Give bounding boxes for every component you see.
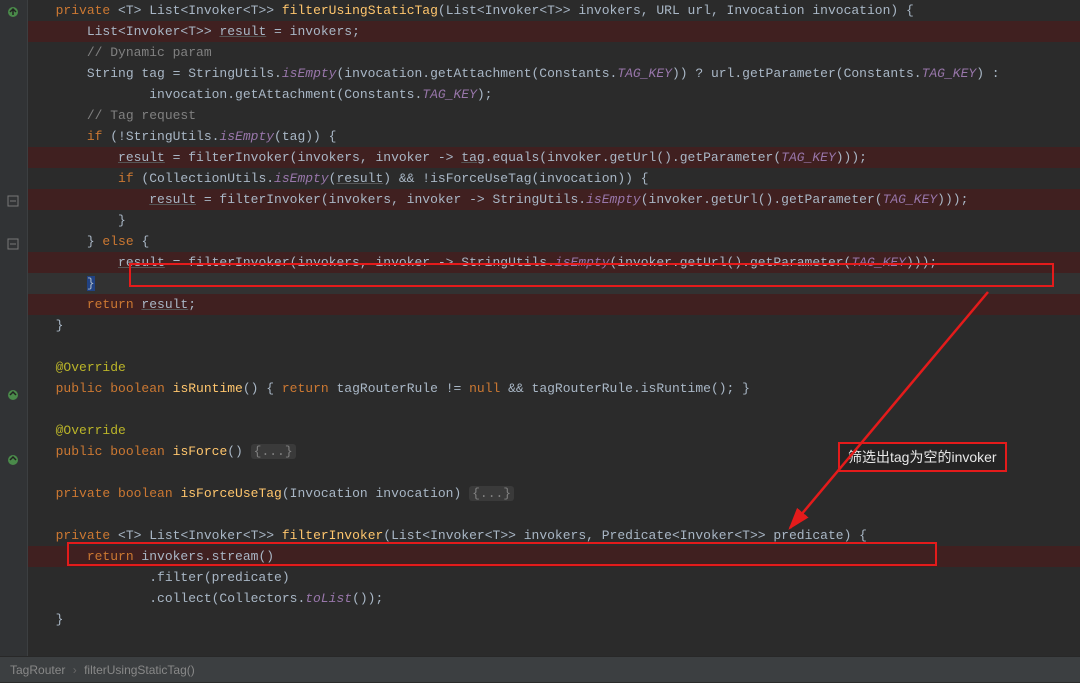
code-line: if (CollectionUtils.isEmpty(result) && !… xyxy=(28,168,1080,189)
code-line: } xyxy=(28,273,1080,294)
code-line: } xyxy=(28,210,1080,231)
code-line: // Tag request xyxy=(28,105,1080,126)
code-line: } xyxy=(28,609,1080,630)
code-line: @Override xyxy=(28,420,1080,441)
code-line: List<Invoker<T>> result = invokers; xyxy=(28,21,1080,42)
breadcrumb-method[interactable]: filterUsingStaticTag() xyxy=(84,663,195,677)
breadcrumb-file[interactable]: TagRouter xyxy=(10,663,65,677)
override-icon xyxy=(6,388,20,402)
code-line: return invokers.stream() xyxy=(28,546,1080,567)
code-line: private <T> List<Invoker<T>> filterUsing… xyxy=(28,0,1080,21)
code-fold[interactable]: {...} xyxy=(469,486,514,501)
code-line: invocation.getAttachment(Constants.TAG_K… xyxy=(28,84,1080,105)
code-line: public boolean isRuntime() { return tagR… xyxy=(28,378,1080,399)
code-line: String tag = StringUtils.isEmpty(invocat… xyxy=(28,63,1080,84)
collapse-icon[interactable] xyxy=(6,194,20,208)
code-line: result = filterInvoker(invokers, invoker… xyxy=(28,189,1080,210)
code-line: .filter(predicate) xyxy=(28,567,1080,588)
breadcrumb-separator: › xyxy=(73,663,77,677)
code-editor[interactable]: private <T> List<Invoker<T>> filterUsing… xyxy=(28,0,1080,656)
annotation-callout: 筛选出tag为空的invoker xyxy=(838,442,1007,472)
code-line: result = filterInvoker(invokers, invoker… xyxy=(28,147,1080,168)
code-line: if (!StringUtils.isEmpty(tag)) { xyxy=(28,126,1080,147)
code-line: } xyxy=(28,315,1080,336)
code-line: result = filterInvoker(invokers, invoker… xyxy=(28,252,1080,273)
code-line: return result; xyxy=(28,294,1080,315)
code-line: // Dynamic param xyxy=(28,42,1080,63)
code-line: } else { xyxy=(28,231,1080,252)
code-line: .collect(Collectors.toList()); xyxy=(28,588,1080,609)
breadcrumb-bar[interactable]: TagRouter › filterUsingStaticTag() xyxy=(0,656,1080,682)
code-fold[interactable]: {...} xyxy=(251,444,296,459)
code-line: private <T> List<Invoker<T>> filterInvok… xyxy=(28,525,1080,546)
code-line: @Override xyxy=(28,357,1080,378)
code-line: private boolean isForceUseTag(Invocation… xyxy=(28,483,1080,504)
editor-gutter xyxy=(0,0,28,656)
collapse-icon[interactable] xyxy=(6,237,20,251)
override-icon xyxy=(6,5,20,19)
override-icon xyxy=(6,453,20,467)
